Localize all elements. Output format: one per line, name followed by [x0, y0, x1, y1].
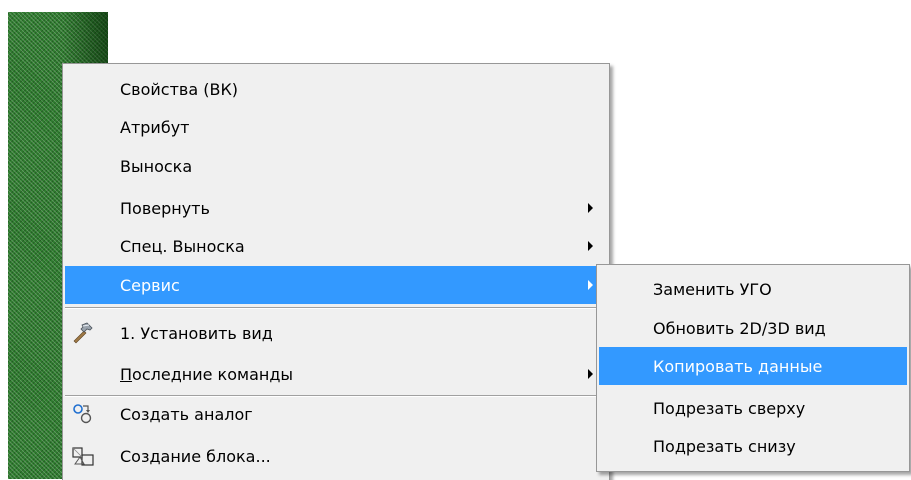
menu-item-callout[interactable]: Выноска	[65, 147, 607, 185]
menu-item-set-view[interactable]: 1. Установить вид	[65, 314, 607, 352]
create-analog-icon	[73, 404, 92, 424]
menu-item-label: 1. Установить вид	[120, 323, 273, 343]
menu-item-properties[interactable]: Свойства (ВК)	[65, 70, 607, 108]
submenu-arrow-icon	[588, 369, 593, 379]
menu-item-rotate[interactable]: Повернуть	[65, 189, 607, 227]
menu-item-label: Повернуть	[120, 198, 210, 218]
menu-item-label: Сервис	[120, 275, 180, 295]
menu-item-create-analog[interactable]: Создать аналог	[65, 395, 607, 433]
submenu-item-label: Обновить 2D/3D вид	[653, 318, 826, 338]
submenu-item-trim-top[interactable]: Подрезать сверху	[599, 389, 907, 427]
menu-item-attribute[interactable]: Атрибут	[65, 108, 607, 146]
submenu-item-copy-data[interactable]: Копировать данные	[599, 347, 907, 385]
menu-item-recent-commands[interactable]: Последние команды	[65, 355, 607, 393]
submenu-arrow-icon	[588, 241, 593, 251]
menu-separator	[65, 307, 607, 309]
hammer-icon	[73, 322, 93, 344]
submenu-item-update-view[interactable]: Обновить 2D/3D вид	[599, 309, 907, 347]
create-block-icon	[72, 447, 94, 466]
submenu-item-label: Заменить УГО	[653, 279, 772, 299]
accelerator-letter: П	[120, 364, 133, 384]
service-submenu: Заменить УГО Обновить 2D/3D вид Копирова…	[596, 264, 910, 472]
menu-item-label: Атрибут	[120, 117, 190, 137]
submenu-item-trim-bottom[interactable]: Подрезать снизу	[599, 427, 907, 465]
menu-item-label: Спец. Выноска	[120, 236, 245, 256]
submenu-item-label: Подрезать снизу	[653, 436, 796, 456]
menu-item-service[interactable]: Сервис	[65, 266, 607, 304]
menu-item-special-callout[interactable]: Спец. Выноска	[65, 227, 607, 265]
menu-item-label: Последние команды	[120, 365, 293, 384]
context-menu: Свойства (ВК) Атрибут Выноска Повернуть …	[62, 63, 610, 480]
menu-item-label: Создание блока...	[120, 446, 271, 466]
submenu-item-replace-ugo[interactable]: Заменить УГО	[599, 270, 907, 308]
menu-item-create-block[interactable]: Создание блока...	[65, 437, 607, 475]
menu-item-label: Выноска	[120, 156, 193, 176]
submenu-item-label: Копировать данные	[653, 356, 823, 376]
menu-item-label-rest: оследние команды	[132, 364, 294, 384]
menu-item-label: Свойства (ВК)	[120, 79, 239, 99]
submenu-item-label: Подрезать сверху	[653, 398, 806, 418]
submenu-arrow-icon	[588, 280, 593, 290]
menu-item-label: Создать аналог	[120, 404, 253, 424]
submenu-arrow-icon	[588, 203, 593, 213]
